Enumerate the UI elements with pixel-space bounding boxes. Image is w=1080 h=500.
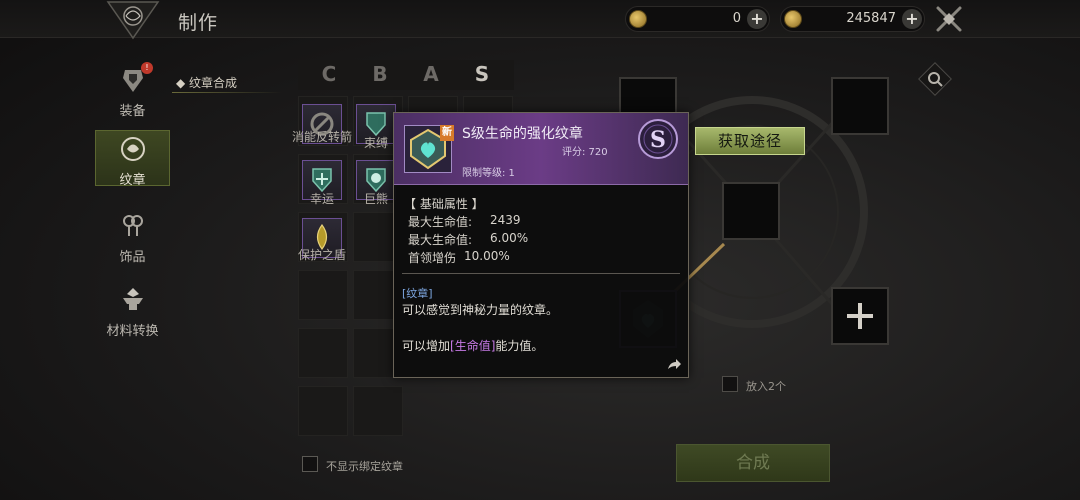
emblem-icon [120,137,145,161]
tab-grade-b[interactable]: B [355,62,405,86]
sidebar-item-label: 纹章 [119,173,146,188]
level-requirement: 限制等级: 1 [462,168,515,179]
page-title: 制作 [178,12,219,34]
search-icon[interactable] [918,62,952,96]
tab-grade-s[interactable]: S [457,62,507,86]
sidebar-item-equipment[interactable]: ! 装备 [95,62,170,126]
item-label: 保护之盾 [297,248,346,262]
combine-button[interactable]: 合成 [676,444,830,482]
attr-value: 6.00% [490,231,529,245]
sidebar-item-label: 饰品 [119,250,146,265]
grid-cell[interactable] [298,270,348,320]
coin-icon [629,10,647,28]
effect-text-post: 能力值。 [495,339,544,353]
tab-grade-c[interactable]: C [304,62,354,86]
sidebar-item-accessory[interactable]: 饰品 [95,208,170,272]
currency-1: 0 + [625,6,770,32]
item-category: [纹章] [402,287,433,300]
item-description: 可以感觉到神秘力量的纹章。 [402,303,559,317]
subtab-emblem-synthesis[interactable]: ◆ 纹章合成 [176,74,237,91]
currency-1-value: 0 [732,11,741,26]
gold-icon [784,10,802,28]
divider [402,273,680,274]
result-slot[interactable] [722,182,780,240]
grade-tabs: C B A S [298,60,514,90]
attr-name: 最大生命值: [408,233,473,247]
add-material-slot[interactable] [831,287,889,345]
item-label: 消能反转箭 [292,130,353,144]
grade-letter: S [650,127,666,153]
tab-grade-a[interactable]: A [406,62,456,86]
subtab-underline [172,92,282,93]
add-currency-2-button[interactable]: + [902,9,922,29]
subtab-label: 纹章合成 [189,76,238,90]
attr-value: 10.00% [464,249,510,263]
item-tooltip: 新 S级生命的强化纹章 评分: 720 限制等级: 1 S 【 基础属性 】 最… [393,112,689,378]
grid-cell[interactable] [298,328,348,378]
get-source-button[interactable]: 获取途径 [695,127,805,155]
attr-value: 2439 [490,213,521,227]
accessory-icon [122,215,143,236]
close-icon[interactable] [935,5,963,33]
item-effect: 可以增加[生命值]能力值。 [402,337,543,354]
tooltip-header: 新 S级生命的强化纹章 评分: 720 限制等级: 1 S [394,113,688,185]
grid-cell[interactable] [353,386,403,436]
grid-cell[interactable] [298,386,348,436]
put-two-label: 放入2个 [746,380,786,393]
sidebar-item-emblem[interactable]: 纹章 [95,130,170,188]
sidebar-item-label: 材料转换 [106,324,159,339]
dragon-logo-icon [106,1,160,40]
add-currency-1-button[interactable]: + [747,9,767,29]
item-score: 评分: 720 [562,147,608,158]
hide-bound-label: 不显示绑定纹章 [326,460,403,473]
currency-2-value: 245847 [846,11,896,26]
hide-bound-checkbox[interactable] [302,456,318,472]
material-slot-top-right[interactable] [831,77,889,135]
effect-highlight: [生命值] [450,339,496,353]
new-tag: 新 [440,125,454,141]
attr-name: 首领增伤 [408,251,457,265]
grade-s-badge-icon: S [638,119,678,159]
notification-badge: ! [141,62,153,74]
plus-icon [847,303,873,329]
effect-text-pre: 可以增加 [402,339,451,353]
item-name: S级生命的强化纹章 [462,126,583,142]
section-title: 【 基础属性 】 [404,197,484,211]
currency-2: 245847 + [780,6,925,32]
anvil-icon [122,288,143,310]
sidebar-item-label: 装备 [119,104,146,119]
item-label: 幸运 [309,192,334,206]
attr-name: 最大生命值: [408,215,473,229]
sidebar-item-material-convert[interactable]: 材料转换 [95,282,170,346]
share-icon[interactable] [666,357,682,371]
put-two-checkbox[interactable] [722,376,738,392]
